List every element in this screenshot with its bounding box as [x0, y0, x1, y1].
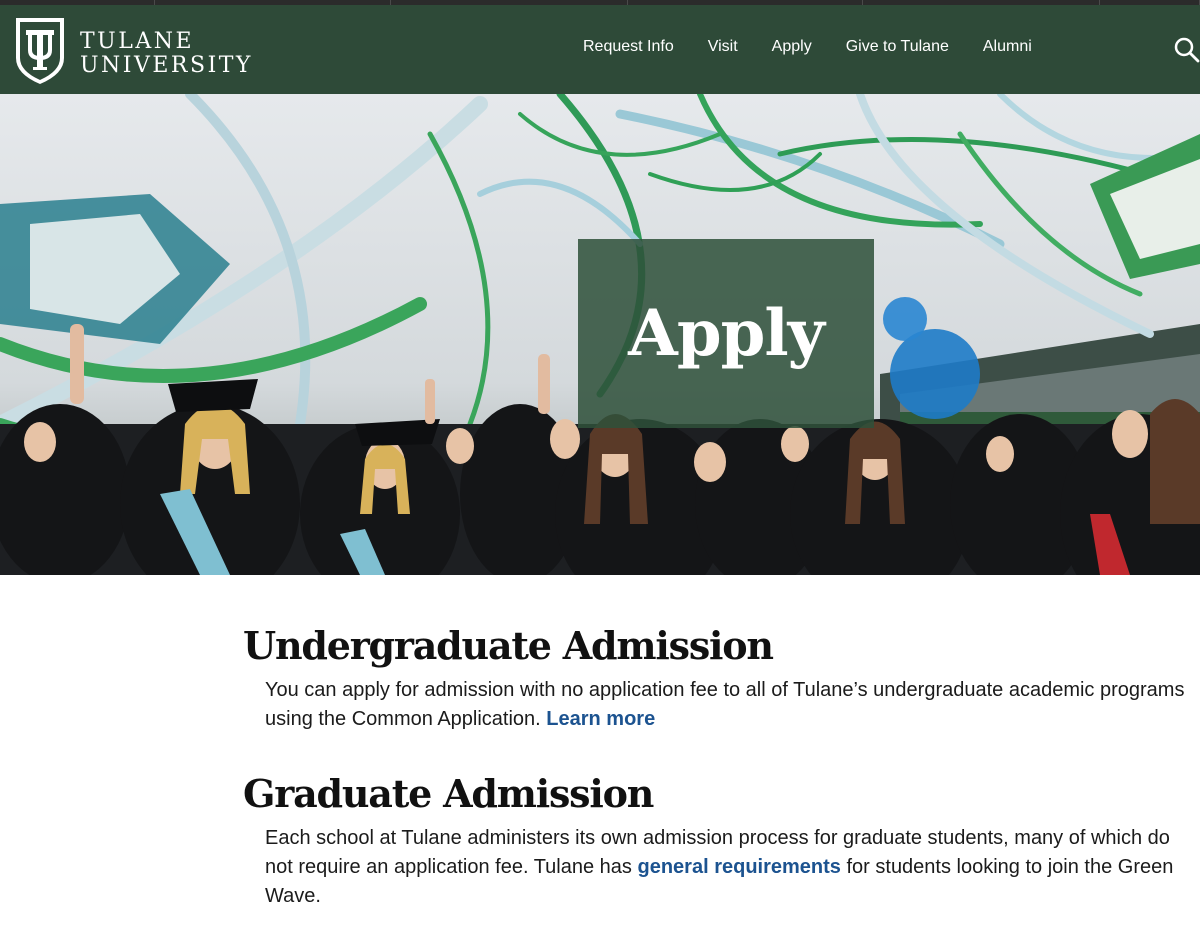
- undergraduate-heading: Undergraduate Admission: [243, 623, 774, 668]
- logo-line2: UNIVERSITY: [80, 53, 253, 78]
- graduate-section: Graduate Admission Each school at Tulane…: [243, 768, 1200, 911]
- tulane-shield-icon: [16, 18, 64, 84]
- hero-title-box: Apply: [578, 239, 874, 428]
- undergraduate-section: Undergraduate Admission You can apply fo…: [243, 620, 1200, 734]
- graduate-heading: Graduate Admission: [243, 771, 654, 816]
- logo-wordmark: TULANE UNIVERSITY: [80, 30, 253, 78]
- nav-alumni[interactable]: Alumni: [983, 38, 1032, 56]
- general-requirements-link[interactable]: general requirements: [638, 856, 841, 878]
- logo-line1: TULANE: [80, 29, 195, 54]
- undergraduate-text: You can apply for admission with no appl…: [265, 676, 1200, 734]
- main-nav: Request Info Visit Apply Give to Tulane …: [566, 38, 1049, 56]
- hero-banner: Apply: [0, 94, 1200, 575]
- search-icon: [1174, 37, 1200, 63]
- nav-request-info[interactable]: Request Info: [583, 38, 674, 56]
- undergraduate-text-body: You can apply for admission with no appl…: [265, 679, 1185, 730]
- tulane-logo-link[interactable]: TULANE UNIVERSITY: [14, 14, 254, 86]
- graduate-text: Each school at Tulane administers its ow…: [265, 824, 1200, 911]
- search-button[interactable]: [1173, 36, 1200, 63]
- nav-visit[interactable]: Visit: [708, 38, 738, 56]
- learn-more-link[interactable]: Learn more: [546, 708, 655, 730]
- nav-give-to-tulane[interactable]: Give to Tulane: [846, 38, 949, 56]
- site-header: TULANE UNIVERSITY Request Info Visit App…: [0, 5, 1200, 94]
- nav-apply[interactable]: Apply: [772, 38, 812, 56]
- main-content: Undergraduate Admission You can apply fo…: [243, 620, 1200, 911]
- page-title: Apply: [628, 296, 825, 371]
